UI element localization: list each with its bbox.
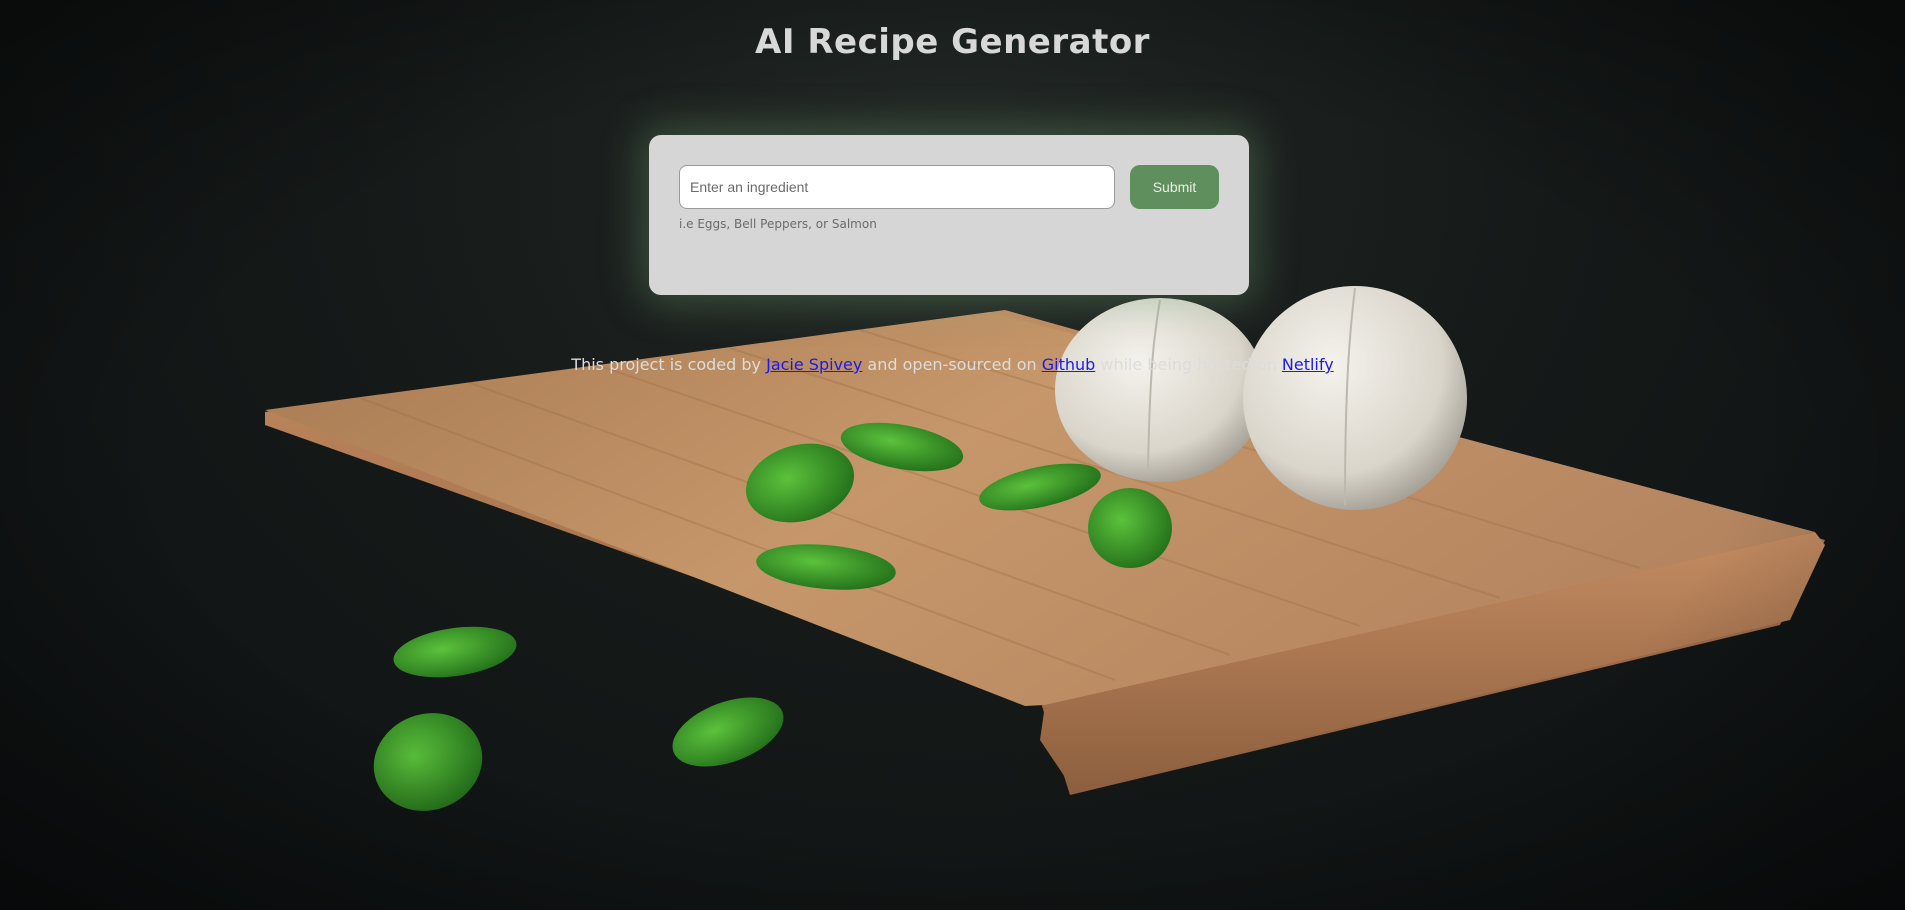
- garlic-bulbs: [1055, 286, 1467, 510]
- author-link[interactable]: Jacie Spivey: [766, 355, 862, 374]
- footer-text-1: This project is coded by: [571, 355, 767, 374]
- page-title: AI Recipe Generator: [755, 22, 1150, 62]
- footer-text-3: while being hosted on: [1095, 355, 1282, 374]
- ingredient-helper-text: i.e Eggs, Bell Peppers, or Salmon: [679, 217, 877, 231]
- footer-text-2: and open-sourced on: [862, 355, 1042, 374]
- github-link[interactable]: Github: [1042, 355, 1096, 374]
- basil-leaves: [373, 422, 1172, 811]
- ingredient-form-card: Submit i.e Eggs, Bell Peppers, or Salmon: [649, 135, 1249, 295]
- ingredient-input[interactable]: [679, 165, 1115, 209]
- netlify-link[interactable]: Netlify: [1282, 355, 1334, 374]
- page-root: AI Recipe Generator Submit i.e Eggs, Bel…: [0, 0, 1905, 910]
- submit-button[interactable]: Submit: [1130, 165, 1219, 209]
- footer-credits: This project is coded by Jacie Spivey an…: [0, 355, 1905, 374]
- cutting-board: [265, 310, 1825, 795]
